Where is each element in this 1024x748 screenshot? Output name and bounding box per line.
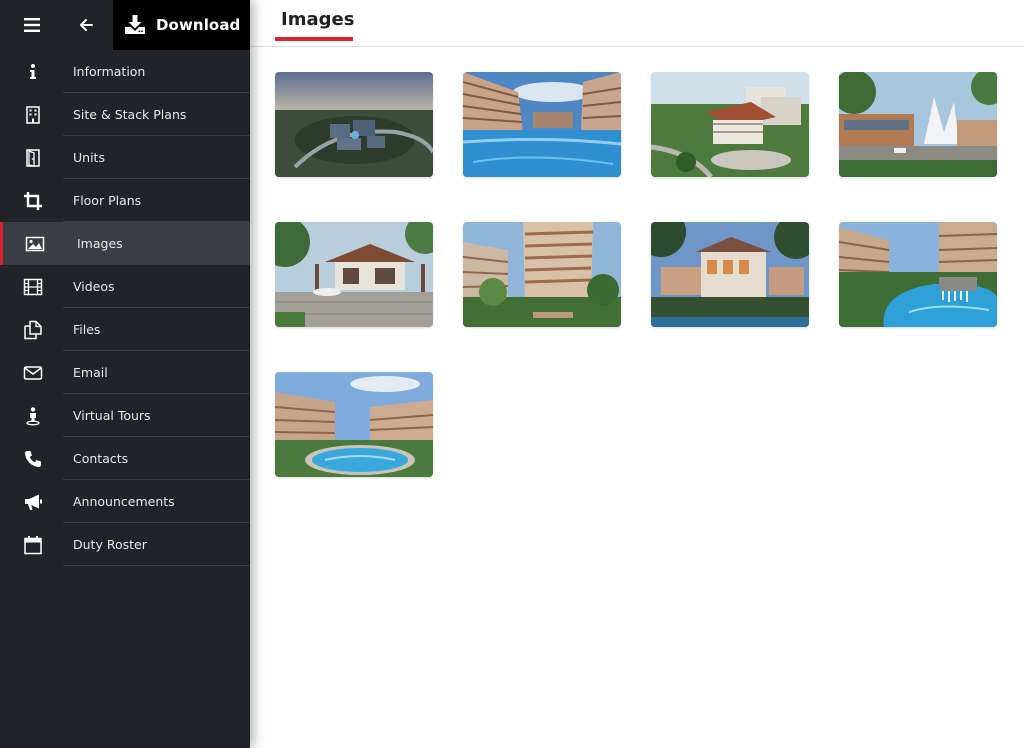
sidebar-item-label: Contacts [73, 451, 129, 466]
sidebar-item-announcements[interactable]: Announcements [0, 480, 250, 523]
gallery-image[interactable] [839, 72, 997, 177]
back-button[interactable] [68, 9, 104, 41]
sidebar-item-floor-plans[interactable]: Floor Plans [0, 179, 250, 222]
sidebar-item-label: Announcements [73, 494, 175, 509]
megaphone-icon [23, 492, 43, 512]
menu-button[interactable] [12, 9, 52, 41]
sidebar-item-duty-roster[interactable]: Duty Roster [0, 523, 250, 566]
sidebar-item-files[interactable]: Files [0, 308, 250, 351]
gallery-image[interactable] [839, 222, 997, 327]
calendar-icon [23, 535, 43, 555]
street-view-icon [23, 406, 43, 426]
title-underline [275, 37, 353, 41]
gallery-image[interactable] [463, 222, 621, 327]
sidebar-item-label: Email [73, 365, 108, 380]
sidebar-item-virtual-tours[interactable]: Virtual Tours [0, 394, 250, 437]
sidebar-nav: Information Site & Stack Plans Units Flo… [0, 50, 250, 566]
download-button[interactable]: Download [113, 0, 250, 50]
sidebar-item-label: Videos [73, 279, 115, 294]
files-icon [23, 320, 43, 340]
film-icon [23, 277, 43, 297]
envelope-icon [23, 363, 43, 383]
crop-icon [23, 191, 43, 211]
download-icon [124, 14, 146, 36]
hamburger-icon [24, 18, 40, 32]
main-content: Images [250, 0, 1024, 748]
phone-icon [23, 449, 43, 469]
sidebar: Download Information Site & Stack Plans … [0, 0, 250, 748]
gallery-image[interactable] [275, 222, 433, 327]
door-icon [23, 148, 43, 168]
sidebar-item-label: Duty Roster [73, 537, 147, 552]
sidebar-item-email[interactable]: Email [0, 351, 250, 394]
gallery-image[interactable] [275, 372, 433, 477]
image-gallery [275, 72, 997, 477]
gallery-image[interactable] [463, 72, 621, 177]
page-header: Images [250, 0, 1024, 47]
sidebar-item-label: Units [73, 150, 105, 165]
gallery-image[interactable] [275, 72, 433, 177]
gallery-image[interactable] [651, 222, 809, 327]
sidebar-item-label: Information [73, 64, 146, 79]
image-icon [25, 234, 45, 254]
download-label: Download [156, 16, 241, 34]
sidebar-item-units[interactable]: Units [0, 136, 250, 179]
arrow-left-icon [79, 19, 93, 31]
sidebar-item-site-stack-plans[interactable]: Site & Stack Plans [0, 93, 250, 136]
sidebar-item-contacts[interactable]: Contacts [0, 437, 250, 480]
sidebar-item-label: Virtual Tours [73, 408, 151, 423]
page-title: Images [281, 9, 355, 30]
sidebar-toolbar: Download [0, 0, 250, 50]
sidebar-item-label: Files [73, 322, 101, 337]
sidebar-item-label: Images [77, 236, 123, 251]
info-icon [23, 62, 43, 82]
gallery-image[interactable] [651, 72, 809, 177]
sidebar-item-label: Site & Stack Plans [73, 107, 187, 122]
sidebar-item-images[interactable]: Images [0, 222, 250, 265]
sidebar-item-videos[interactable]: Videos [0, 265, 250, 308]
sidebar-item-information[interactable]: Information [0, 50, 250, 93]
building-icon [23, 105, 43, 125]
sidebar-item-label: Floor Plans [73, 193, 142, 208]
